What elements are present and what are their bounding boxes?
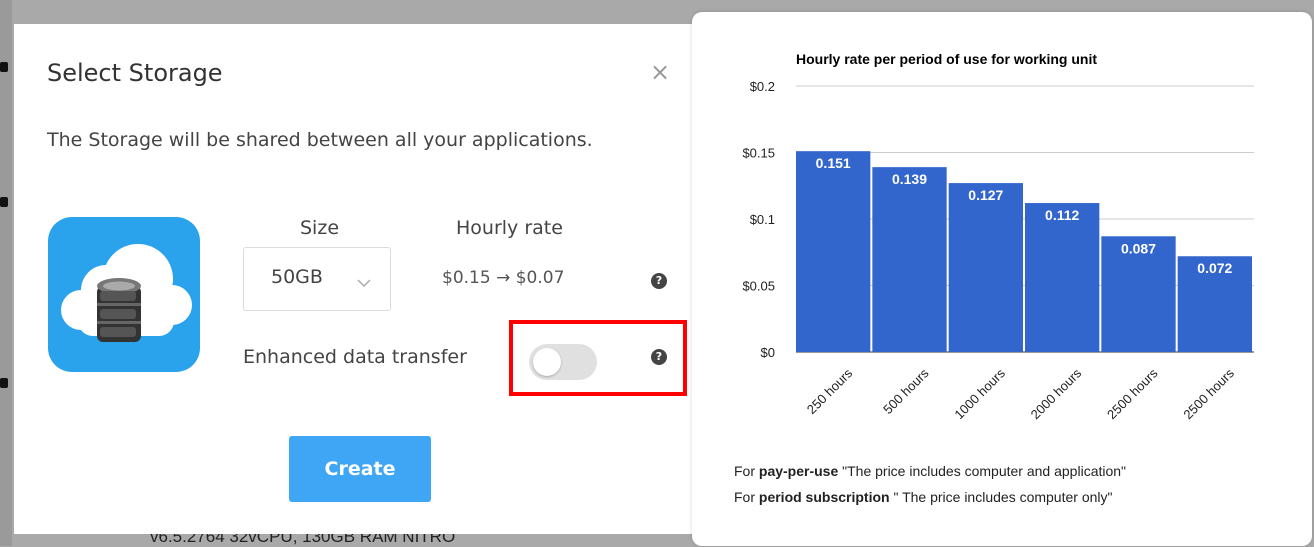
page-background xyxy=(0,0,12,546)
footnote-prefix: For xyxy=(734,489,759,505)
footnote-pay-per-use: For pay-per-use "The price includes comp… xyxy=(734,463,1126,479)
bar-value-label: 0.127 xyxy=(968,187,1003,203)
size-label: Size xyxy=(300,217,340,239)
size-dropdown-value: 50GB xyxy=(271,266,323,288)
y-tick-label: $0.2 xyxy=(750,79,775,94)
pricing-chart-panel: Hourly rate per period of use for workin… xyxy=(692,12,1312,546)
background-mark xyxy=(0,197,8,207)
background-mark xyxy=(0,62,8,72)
background-mark xyxy=(0,378,8,388)
footnote-period-subscription: For period subscription " The price incl… xyxy=(734,489,1112,505)
y-tick-label: $0.1 xyxy=(750,212,775,227)
footnote-text: " The price includes computer only" xyxy=(889,489,1113,505)
x-tick-label: 2000 hours xyxy=(1028,365,1085,422)
bar xyxy=(1025,203,1100,352)
x-tick-label: 2500 hours xyxy=(1104,365,1161,422)
help-icon[interactable]: ? xyxy=(651,349,667,365)
x-tick-label: 500 hours xyxy=(880,365,932,417)
x-tick-label: 250 hours xyxy=(804,365,856,417)
cloud-database-icon xyxy=(48,217,200,372)
footnote-emphasis: period subscription xyxy=(758,489,890,505)
bar xyxy=(948,183,1023,352)
enhanced-data-transfer-label: Enhanced data transfer xyxy=(243,346,467,368)
bar-value-label: 0.151 xyxy=(816,155,851,171)
bar-value-label: 0.087 xyxy=(1121,240,1156,256)
footnote-prefix: For xyxy=(734,463,759,479)
bar-value-label: 0.139 xyxy=(892,171,927,187)
y-tick-label: $0 xyxy=(761,345,775,360)
close-icon[interactable]: × xyxy=(648,59,672,85)
footnote-text: "The price includes computer and applica… xyxy=(838,463,1127,479)
bar-value-label: 0.072 xyxy=(1197,260,1232,276)
hourly-rate-label: Hourly rate xyxy=(456,217,563,239)
size-dropdown[interactable]: 50GB xyxy=(243,247,391,311)
x-tick-label: 2500 hours xyxy=(1180,365,1237,422)
toggle-knob xyxy=(533,348,561,376)
hourly-rate-value: $0.15 → $0.07 xyxy=(442,268,565,288)
modal-title: Select Storage xyxy=(47,59,223,87)
chevron-down-icon xyxy=(357,273,371,292)
bar xyxy=(796,151,871,352)
hourly-rate-bar-chart: Hourly rate per period of use for workin… xyxy=(742,51,1254,422)
y-tick-label: $0.05 xyxy=(742,279,775,294)
x-tick-label: 1000 hours xyxy=(951,365,1008,422)
modal-subtitle: The Storage will be shared between all y… xyxy=(47,129,593,151)
bar xyxy=(872,167,947,352)
y-tick-label: $0.15 xyxy=(742,146,775,161)
chart-title: Hourly rate per period of use for workin… xyxy=(796,51,1097,67)
help-icon[interactable]: ? xyxy=(651,273,667,289)
bar-value-label: 0.112 xyxy=(1045,207,1079,223)
select-storage-modal: Select Storage × The Storage will be sha… xyxy=(14,24,702,534)
enhanced-data-transfer-toggle[interactable] xyxy=(529,344,597,380)
create-button[interactable]: Create xyxy=(289,436,431,502)
footnote-emphasis: pay-per-use xyxy=(758,463,839,479)
